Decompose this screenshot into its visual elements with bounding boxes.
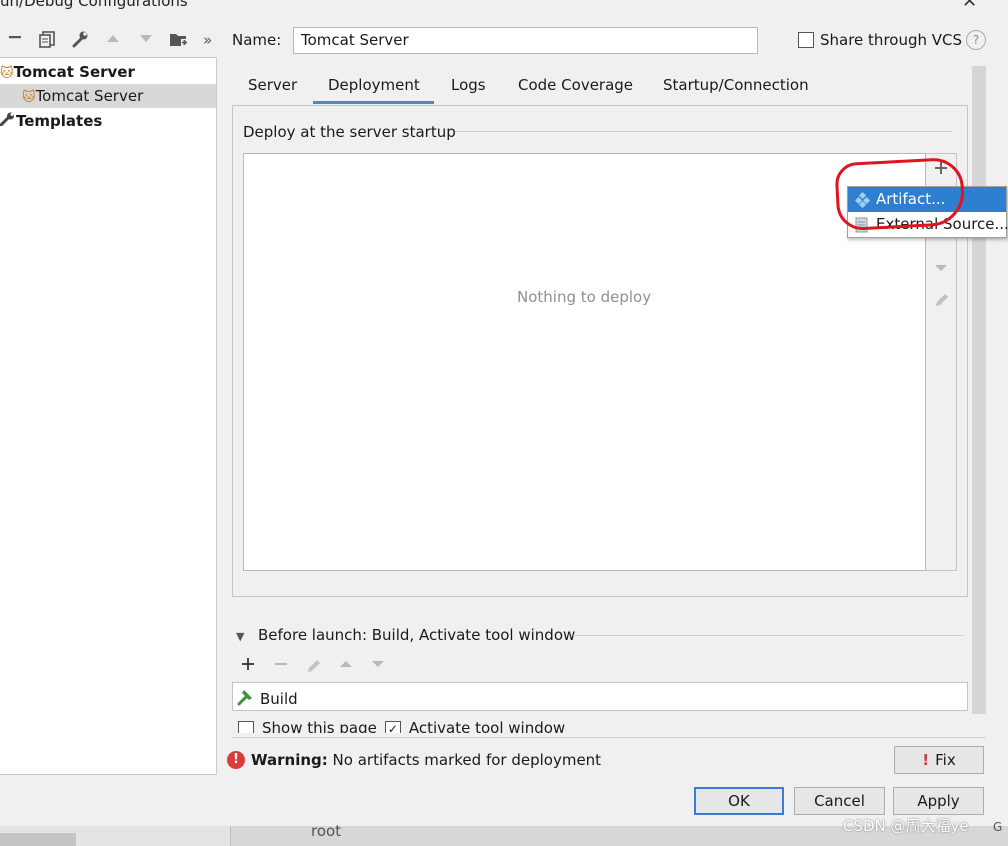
task-label: Build bbox=[260, 690, 298, 708]
apply-button[interactable]: Apply bbox=[893, 787, 984, 815]
ok-button[interactable]: OK bbox=[694, 787, 784, 815]
scrollbar[interactable] bbox=[972, 66, 986, 714]
tab-server[interactable]: Server bbox=[248, 74, 297, 104]
add-task-icon[interactable] bbox=[240, 656, 256, 677]
wrench-icon[interactable] bbox=[71, 30, 89, 52]
fix-label: Fix bbox=[935, 751, 956, 769]
tree-item-label: Tomcat Server bbox=[13, 63, 135, 81]
background-root-text: root bbox=[311, 822, 342, 840]
warning-icon: ! bbox=[227, 751, 245, 769]
minus-icon[interactable] bbox=[8, 30, 22, 48]
tomcat-error-icon: 🐱 bbox=[22, 90, 36, 105]
name-label: Name: bbox=[232, 31, 282, 49]
arrow-down-icon[interactable] bbox=[138, 30, 154, 50]
tab-startup-connection[interactable]: Startup/Connection bbox=[663, 74, 809, 104]
move-down-icon[interactable] bbox=[930, 260, 952, 280]
tree-item-tomcat-group[interactable]: 🐱Tomcat Server bbox=[0, 60, 135, 84]
tab-code-coverage[interactable]: Code Coverage bbox=[518, 74, 633, 104]
config-tree[interactable]: 🐱Tomcat Server 🐱Tomcat Server Templates bbox=[0, 57, 217, 775]
remove-task-icon[interactable] bbox=[273, 656, 289, 677]
error-icon: ! bbox=[922, 751, 930, 769]
divider bbox=[455, 131, 952, 132]
help-icon[interactable]: ? bbox=[966, 30, 986, 50]
empty-state-text: Nothing to deploy bbox=[517, 288, 652, 306]
before-launch-label: Before launch: Build, Activate tool wind… bbox=[258, 626, 576, 644]
wrench-icon bbox=[0, 112, 16, 130]
show-page-label: Show this page bbox=[262, 719, 377, 733]
tree-item-label: Templates bbox=[16, 112, 103, 130]
tree-item-tomcat-server[interactable]: 🐱Tomcat Server bbox=[0, 84, 216, 108]
more-icon[interactable]: » bbox=[203, 31, 212, 49]
hammer-icon bbox=[236, 688, 254, 710]
name-input[interactable]: Tomcat Server bbox=[293, 27, 758, 54]
edit-task-icon[interactable] bbox=[305, 656, 321, 679]
edit-icon[interactable] bbox=[930, 290, 952, 312]
arrow-up-icon[interactable] bbox=[105, 30, 121, 50]
copy-icon[interactable] bbox=[38, 30, 56, 52]
share-vcs-checkbox[interactable]: Share through VCS bbox=[798, 31, 962, 49]
divider bbox=[573, 635, 964, 636]
collapse-arrow-icon[interactable]: ▼ bbox=[236, 630, 244, 643]
deploy-list[interactable] bbox=[243, 153, 926, 571]
activate-label: Activate tool window bbox=[408, 719, 566, 733]
checkbox-box[interactable] bbox=[798, 32, 814, 48]
fix-button[interactable]: ! Fix bbox=[894, 746, 984, 774]
move-up-task-icon[interactable] bbox=[338, 656, 354, 677]
show-page-checkbox[interactable] bbox=[238, 721, 254, 733]
close-icon[interactable]: ✕ bbox=[962, 0, 977, 12]
watermark: CSDN @周大福ye bbox=[843, 817, 969, 835]
tomcat-icon: 🐱 bbox=[0, 66, 14, 81]
before-launch-list[interactable] bbox=[232, 682, 968, 711]
background-scrollbar bbox=[0, 833, 76, 846]
edge-text: G bbox=[993, 820, 1003, 834]
divider bbox=[232, 737, 986, 738]
warning-text: No artifacts marked for deployment bbox=[332, 751, 602, 769]
task-build[interactable]: Build bbox=[236, 688, 298, 710]
tab-deployment[interactable]: Deployment bbox=[313, 74, 434, 104]
deploy-section-label: Deploy at the server startup bbox=[243, 123, 456, 141]
activate-checkbox[interactable]: ✓ bbox=[384, 721, 401, 733]
folder-add-icon[interactable] bbox=[169, 30, 189, 52]
cancel-button[interactable]: Cancel bbox=[794, 787, 885, 815]
share-vcs-label: Share through VCS bbox=[820, 31, 963, 49]
window-title: un/Debug Configurations bbox=[0, 0, 188, 10]
annotation-circle bbox=[834, 156, 966, 232]
move-down-task-icon[interactable] bbox=[370, 656, 386, 677]
warning-title: Warning: bbox=[251, 751, 328, 769]
tab-logs[interactable]: Logs bbox=[451, 74, 486, 104]
tree-item-label: Tomcat Server bbox=[35, 87, 144, 105]
warning-message: Warning: No artifacts marked for deploym… bbox=[251, 751, 601, 769]
show-options-row: Show this page ✓ Activate tool window bbox=[238, 719, 565, 733]
tree-item-templates[interactable]: Templates bbox=[0, 109, 102, 133]
